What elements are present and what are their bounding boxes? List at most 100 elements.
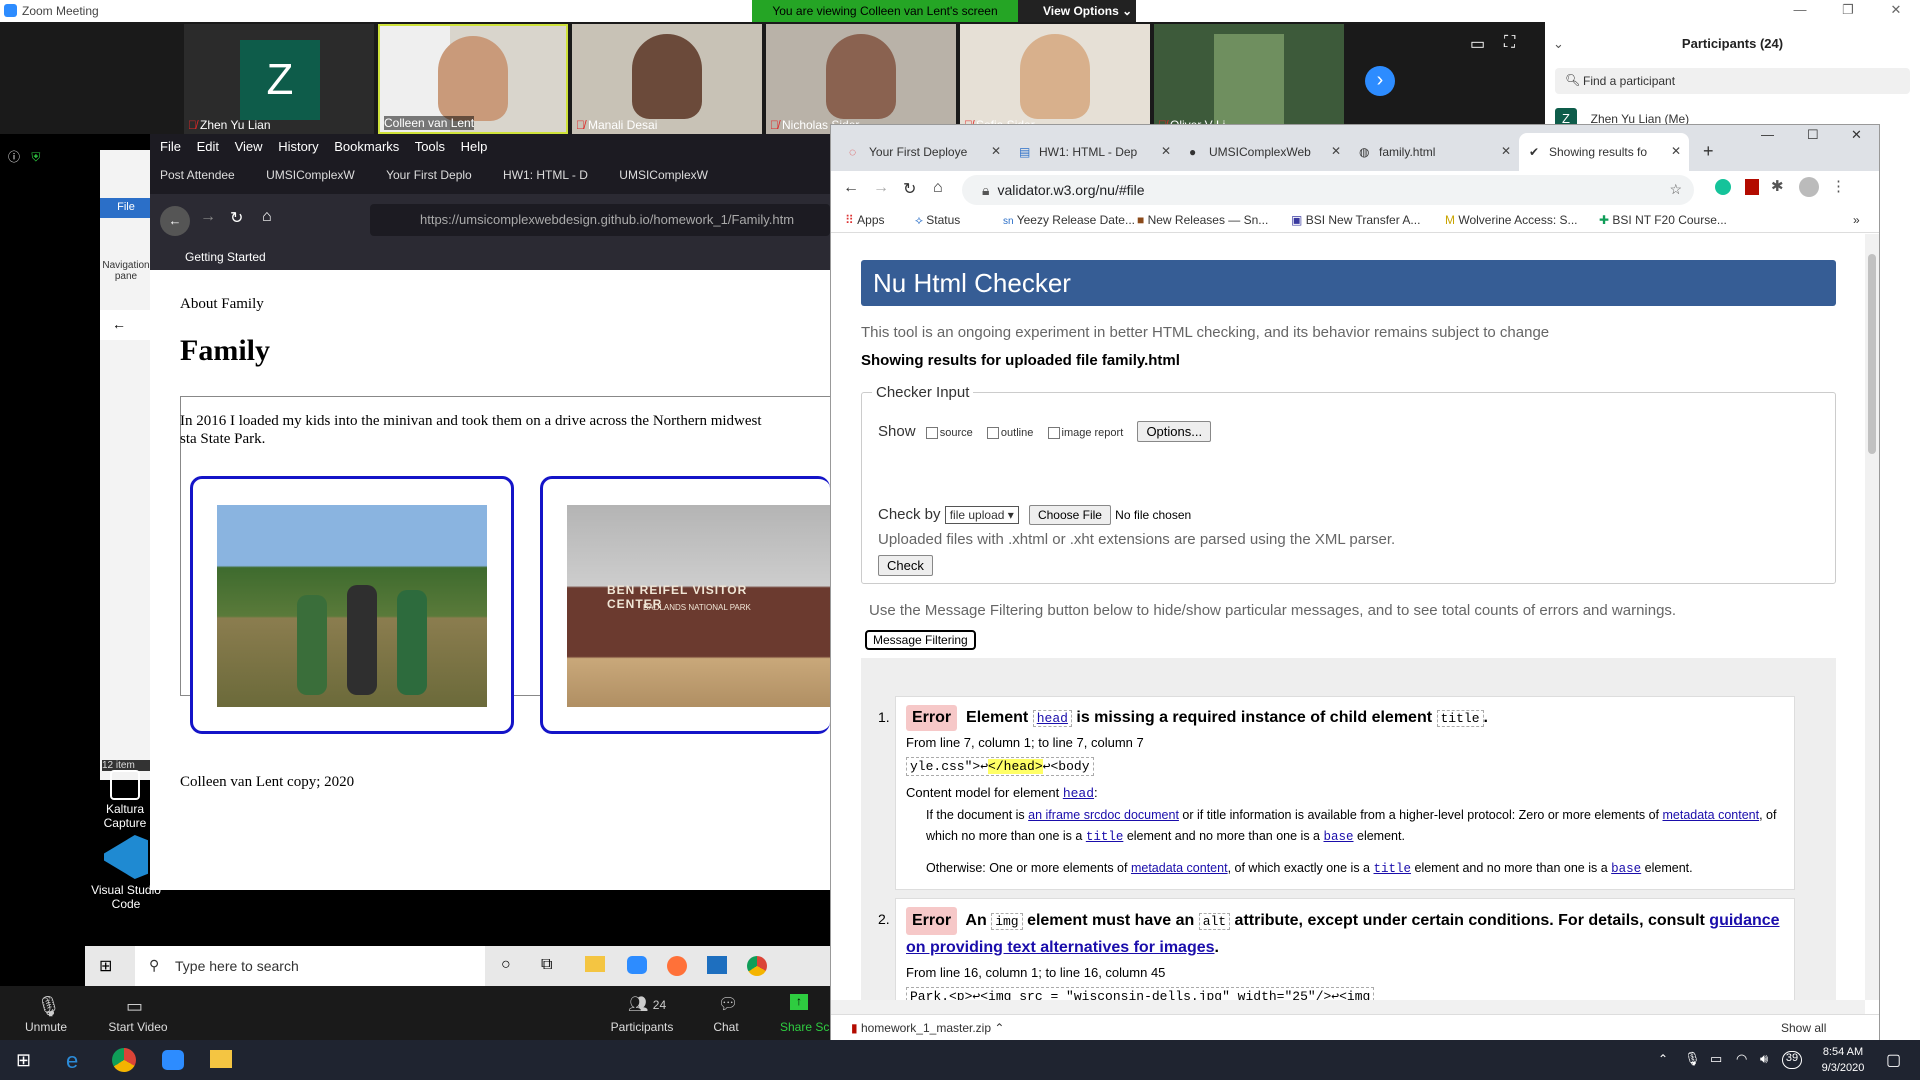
checkbox[interactable] xyxy=(986,427,999,440)
video-tile[interactable]: 🎙̸Oliver V Li xyxy=(1154,24,1344,134)
back-icon[interactable]: ← xyxy=(160,206,190,236)
new-tab-icon[interactable]: + xyxy=(1703,141,1714,162)
forward-icon[interactable]: → xyxy=(873,179,889,197)
next-page-arrow-icon[interactable]: › xyxy=(1365,66,1395,96)
navigation-pane-button[interactable]: Navigation pane xyxy=(102,260,150,282)
back-icon[interactable]: ← xyxy=(843,179,859,197)
menu-help[interactable]: Help xyxy=(461,139,488,154)
bookmark-bsi-course[interactable]: ✚ BSI NT F20 Course... xyxy=(1599,213,1727,227)
video-tile[interactable]: Colleen van Lent xyxy=(378,24,568,134)
chrome-tab[interactable]: ▤ HW1: HTML - Dep ✕ xyxy=(1009,133,1179,171)
menu-bookmarks[interactable]: Bookmarks xyxy=(334,139,399,154)
minimize-icon[interactable]: — xyxy=(1780,2,1820,17)
home-icon[interactable]: ⌂ xyxy=(262,208,272,226)
detail-link[interactable]: base xyxy=(1611,862,1641,876)
close-tab-icon[interactable]: ✕ xyxy=(1161,144,1171,158)
firefox-tab[interactable]: Post Attendee xyxy=(160,168,235,182)
fullscreen-icon[interactable]: ⛶ xyxy=(1504,34,1515,52)
video-tile[interactable]: 🎙̸ Manali Desai xyxy=(572,24,762,134)
find-participant-input[interactable]: 🔍︎ Find a participant xyxy=(1555,68,1910,94)
zoom-icon[interactable] xyxy=(627,956,647,974)
check-button[interactable]: Check xyxy=(878,555,933,576)
bookmark-bsi-transfer[interactable]: ▣ BSI New Transfer A... xyxy=(1291,213,1420,227)
show-outline[interactable]: outline xyxy=(986,427,1033,440)
battery-icon[interactable]: ▭ xyxy=(1710,1051,1722,1067)
microphone-icon[interactable]: 🎙︎ xyxy=(1684,1051,1701,1067)
content-model-link[interactable]: head xyxy=(1063,786,1094,801)
chrome-tab[interactable]: ◌ Your First Deploye ✕ xyxy=(839,133,1009,171)
volume-icon[interactable]: 🔊︎ xyxy=(1760,1051,1768,1067)
bookmark-star-icon[interactable]: ☆ xyxy=(1669,181,1682,198)
maximize-icon[interactable]: ☐ xyxy=(1807,127,1819,143)
file-explorer-icon[interactable] xyxy=(585,956,605,972)
action-center-icon[interactable]: ▢ xyxy=(1886,1050,1901,1070)
bookmark-status[interactable]: ⟡ Status xyxy=(915,213,960,228)
choose-file-button[interactable]: Choose File xyxy=(1028,505,1111,525)
chrome-icon[interactable] xyxy=(112,1048,136,1072)
extensions-icon[interactable]: ✱ xyxy=(1771,177,1784,195)
cortana-icon[interactable]: ○ xyxy=(501,956,511,974)
close-tab-icon[interactable]: ✕ xyxy=(991,144,1001,158)
tray-chevron-icon[interactable]: ⌃ xyxy=(1658,1052,1668,1066)
detail-link[interactable]: base xyxy=(1324,830,1354,844)
detail-link[interactable]: title xyxy=(1374,862,1412,876)
menu-history[interactable]: History xyxy=(278,139,318,154)
detail-link[interactable]: an iframe srcdoc document xyxy=(1028,808,1179,822)
video-tile[interactable]: 🎙̸Sofia Sider xyxy=(960,24,1150,134)
options-button[interactable]: Options... xyxy=(1137,421,1212,442)
error-code-link[interactable]: head xyxy=(1032,710,1072,727)
page-nav-link[interactable]: About Family xyxy=(180,296,264,313)
checkbox[interactable] xyxy=(1047,427,1060,440)
check-by-select[interactable]: file upload ▾ xyxy=(944,506,1019,524)
start-video-button[interactable]: ▭ Start Video xyxy=(98,996,178,1034)
menu-kebab-icon[interactable]: ⋮ xyxy=(1831,177,1846,195)
zoom-icon[interactable] xyxy=(162,1050,184,1070)
scrollbar-thumb[interactable] xyxy=(1868,254,1876,454)
bookmark-new-releases[interactable]: ■ New Releases — Sn... xyxy=(1137,213,1268,227)
show-all-button[interactable]: Show all xyxy=(1781,1021,1826,1035)
firefox-url-bar[interactable]: https://umsicomplexwebdesign.github.io/h… xyxy=(370,204,830,236)
chrome-icon[interactable] xyxy=(747,956,767,976)
menu-edit[interactable]: Edit xyxy=(197,139,219,154)
forward-icon[interactable]: → xyxy=(200,208,216,226)
chat-button[interactable]: 💬︎ Chat xyxy=(686,996,766,1034)
edge-icon[interactable]: e xyxy=(66,1048,78,1074)
show-image-report[interactable]: image report xyxy=(1047,427,1123,440)
pdf-extension-icon[interactable] xyxy=(1745,179,1759,195)
close-tab-icon[interactable]: ✕ xyxy=(1331,144,1341,158)
home-icon[interactable]: ⌂ xyxy=(933,179,943,197)
photos-icon[interactable] xyxy=(707,956,727,974)
bookmark-wolverine[interactable]: M Wolverine Access: S... xyxy=(1445,213,1578,227)
chrome-tab[interactable]: ● UMSIComplexWeb ✕ xyxy=(1179,133,1349,171)
bookmark-yeezy[interactable]: sn Yeezy Release Date... xyxy=(1003,213,1135,227)
menu-tools[interactable]: Tools xyxy=(415,139,445,154)
menu-view[interactable]: View xyxy=(235,139,263,154)
reload-icon[interactable]: ↻ xyxy=(903,179,916,199)
bookmarks-overflow-icon[interactable]: » xyxy=(1853,213,1860,227)
clock[interactable]: 8:54 AM 9/3/2020 xyxy=(1808,1044,1878,1076)
minimize-icon[interactable]: — xyxy=(1761,127,1774,142)
profile-avatar[interactable] xyxy=(1799,177,1819,197)
grammarly-icon[interactable] xyxy=(1715,179,1731,195)
checkbox[interactable] xyxy=(925,427,938,440)
detail-link[interactable]: metadata content xyxy=(1662,808,1759,822)
close-tab-icon[interactable]: ✕ xyxy=(1671,144,1681,158)
info-icon[interactable]: ⓘ xyxy=(8,150,20,164)
chrome-tab-active[interactable]: ✔ Showing results fo ✕ xyxy=(1519,133,1689,171)
explorer-back-icon[interactable]: ← xyxy=(100,310,152,340)
windows-start-icon[interactable]: ⊞ xyxy=(16,1050,31,1071)
unmute-button[interactable]: 🎙 Unmute xyxy=(6,996,86,1034)
file-explorer-icon[interactable] xyxy=(210,1050,232,1068)
firefox-tab[interactable]: UMSIComplexW xyxy=(619,168,708,182)
explorer-file-tab[interactable]: File xyxy=(100,198,152,218)
message-filtering-button[interactable]: Message Filtering xyxy=(865,630,976,650)
video-tile[interactable]: Z 🎙̸ Zhen Yu Lian xyxy=(184,24,374,134)
view-options-button[interactable]: View Options ⌄ xyxy=(1018,0,1136,22)
bookmark-getting-started[interactable]: Getting Started xyxy=(185,250,266,264)
download-item[interactable]: ▮ homework_1_master.zip ⌃ xyxy=(851,1021,1004,1035)
horizontal-scrollbar[interactable] xyxy=(831,1000,1865,1014)
close-icon[interactable]: ✕ xyxy=(1851,127,1862,143)
notification-count[interactable]: 39 xyxy=(1782,1051,1802,1069)
firefox-tab[interactable]: HW1: HTML - D xyxy=(503,168,588,182)
vertical-scrollbar[interactable] xyxy=(1865,234,1879,1000)
